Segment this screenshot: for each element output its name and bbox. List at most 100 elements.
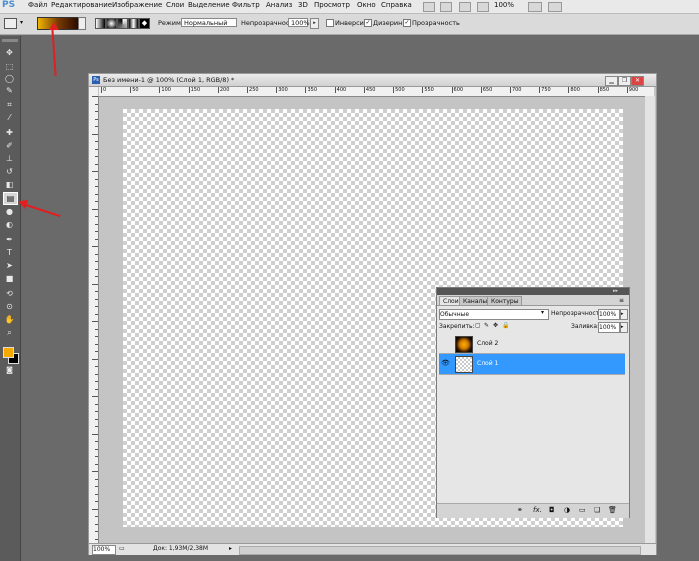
- path-select-icon[interactable]: ➤: [3, 260, 16, 271]
- horizontal-ruler[interactable]: 0 50 100 150 200 250 300 350 400 450 500 550 600 650 7…: [99, 87, 654, 97]
- layer-row-2[interactable]: Слой 2: [439, 335, 625, 354]
- zoom-level[interactable]: 100%: [494, 1, 514, 9]
- ruler-tick: [95, 126, 98, 127]
- mask-icon[interactable]: ◘: [549, 506, 555, 514]
- ruler-tick: [95, 141, 98, 142]
- layer-row-1[interactable]: 👁 Слой 1: [439, 354, 625, 375]
- mode-select[interactable]: Нормальный: [181, 18, 237, 27]
- stamp-icon[interactable]: ⊥: [3, 153, 16, 164]
- linear-gradient-button[interactable]: [95, 18, 106, 29]
- menu-analysis[interactable]: Анализ: [266, 1, 292, 9]
- marquee-icon[interactable]: ⬚: [3, 61, 16, 72]
- eyedropper-icon[interactable]: ⁄: [3, 112, 16, 123]
- 3d-rotate-icon[interactable]: ⟲: [3, 288, 16, 299]
- zoom-icon[interactable]: ⌕: [3, 327, 16, 338]
- trash-icon[interactable]: 🗑: [608, 506, 617, 514]
- ruler-mark: 150: [188, 87, 201, 93]
- pen-icon[interactable]: ✒: [3, 234, 16, 245]
- menu-layers[interactable]: Слои: [166, 1, 184, 9]
- chevron-down-icon[interactable]: ▾: [541, 309, 544, 316]
- fill-toggle[interactable]: ▸: [620, 322, 628, 333]
- 3d-orbit-icon[interactable]: ⊙: [3, 301, 16, 312]
- menu-select[interactable]: Выделение: [188, 1, 230, 9]
- fill-input[interactable]: 100%: [598, 322, 620, 333]
- zoom-tool-button[interactable]: [477, 2, 489, 12]
- status-menu-arrow[interactable]: ▸: [229, 545, 232, 552]
- link-icon[interactable]: ⚭: [517, 506, 523, 514]
- diamond-gradient-button[interactable]: ◆: [139, 18, 150, 29]
- blur-icon[interactable]: ●: [3, 206, 16, 217]
- chevron-down-icon[interactable]: ▾: [20, 19, 23, 26]
- arrange-docs-button[interactable]: [528, 2, 542, 12]
- reflected-gradient-button[interactable]: [128, 18, 139, 29]
- menu-edit[interactable]: Редактирование: [51, 1, 112, 9]
- document-titlebar[interactable]: Ps Без имени-1 @ 100% (Слой 1, RGB/8) * …: [89, 74, 656, 87]
- new-layer-icon[interactable]: ❏: [594, 506, 600, 514]
- fx-icon[interactable]: fx.: [533, 506, 542, 514]
- history-brush-icon[interactable]: ↺: [3, 166, 16, 177]
- ruler-tick: [92, 246, 98, 247]
- lock-image-icon[interactable]: ✎: [484, 322, 489, 329]
- blend-mode-select[interactable]: Обычные: [439, 309, 549, 320]
- lasso-icon[interactable]: ◯: [3, 73, 16, 84]
- adjustment-icon[interactable]: ◑: [564, 506, 570, 514]
- move-icon[interactable]: ✥: [3, 47, 16, 58]
- dither-checkbox[interactable]: ✓: [364, 19, 372, 27]
- visibility-toggle[interactable]: [441, 339, 450, 348]
- layer-opacity-toggle[interactable]: ▸: [620, 309, 628, 320]
- type-icon[interactable]: T: [3, 247, 16, 258]
- zoom-field[interactable]: 100%: [92, 545, 116, 555]
- menu-3d[interactable]: 3D: [298, 1, 308, 9]
- minimize-icon[interactable]: ▁: [605, 76, 618, 86]
- panel-menu-icon[interactable]: ≡: [619, 297, 624, 304]
- lock-all-icon[interactable]: 🔒: [502, 322, 509, 329]
- layer-opacity-input[interactable]: 100%: [598, 309, 620, 320]
- quick-select-icon[interactable]: ✎: [3, 85, 16, 96]
- ruler-mark: 550: [422, 87, 434, 93]
- restore-icon[interactable]: ❐: [618, 76, 631, 86]
- shape-icon[interactable]: ■: [3, 273, 16, 284]
- horizontal-scrollbar[interactable]: [239, 546, 641, 555]
- hand-icon[interactable]: ✋: [3, 314, 16, 325]
- bridge-button[interactable]: [423, 2, 435, 12]
- collapse-icon[interactable]: ▸▸: [613, 288, 618, 294]
- brush-icon[interactable]: ✐: [3, 140, 16, 151]
- transparency-checkbox[interactable]: ✓: [403, 19, 411, 27]
- group-icon[interactable]: ▭: [579, 506, 586, 514]
- menu-view[interactable]: Просмотр: [314, 1, 350, 9]
- menu-help[interactable]: Справка: [381, 1, 412, 9]
- tool-preset-icon[interactable]: [4, 18, 17, 29]
- lock-transparency-icon[interactable]: ▢: [475, 322, 481, 329]
- menu-file[interactable]: Файл: [28, 1, 47, 9]
- lock-position-icon[interactable]: ✥: [493, 322, 498, 329]
- ruler-tick: [92, 396, 98, 397]
- crop-icon[interactable]: ⌗: [3, 99, 16, 110]
- gradient-icon[interactable]: ▤: [3, 192, 18, 205]
- opacity-slider-toggle[interactable]: ▸: [310, 18, 319, 29]
- dodge-icon[interactable]: ◐: [3, 219, 16, 230]
- eye-icon[interactable]: 👁: [441, 359, 450, 368]
- gradient-dropdown-arrow[interactable]: [78, 17, 86, 30]
- invert-checkbox[interactable]: [326, 19, 334, 27]
- menu-window[interactable]: Окно: [357, 1, 376, 9]
- screen-mode-button[interactable]: [548, 2, 562, 12]
- menu-image[interactable]: Изображение: [112, 1, 162, 9]
- opacity-input[interactable]: 100%: [288, 18, 310, 27]
- close-icon[interactable]: ✕: [631, 76, 644, 86]
- mini-bridge-button[interactable]: [440, 2, 452, 12]
- panel-header[interactable]: ▸▸: [437, 288, 629, 295]
- ruler-tick: [95, 486, 98, 487]
- doc-size-icon[interactable]: ▭: [119, 545, 125, 552]
- ruler-tick: [95, 538, 98, 540]
- quick-mask-icon[interactable]: ◙: [3, 365, 16, 376]
- vertical-scrollbar[interactable]: [645, 96, 655, 543]
- vertical-ruler[interactable]: [89, 96, 99, 543]
- healing-icon[interactable]: ✚: [3, 127, 16, 138]
- ruler-tick: [92, 96, 98, 97]
- eraser-icon[interactable]: ◧: [3, 179, 16, 190]
- radial-gradient-button[interactable]: [106, 18, 117, 29]
- hand-tool-button[interactable]: [459, 2, 471, 12]
- foreground-color-swatch[interactable]: [3, 347, 14, 358]
- angle-gradient-button[interactable]: [117, 18, 128, 29]
- menu-filter[interactable]: Фильтр: [232, 1, 260, 9]
